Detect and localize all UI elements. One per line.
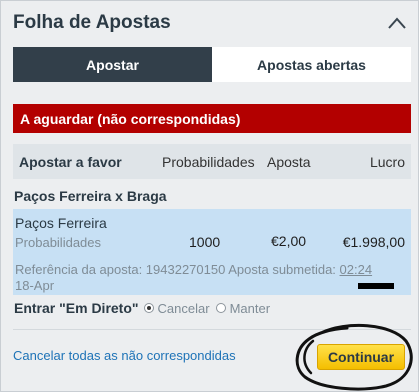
bet-slip-tabs: Apostar Apostas abertas [13, 47, 411, 82]
bet-submitted-date: 18-Apr [15, 278, 55, 293]
tab-open-bets[interactable]: Apostas abertas [212, 47, 411, 82]
chevron-up-icon[interactable] [387, 16, 407, 30]
cancel-all-unmatched-link[interactable]: Cancelar todas as não correspondidas [13, 348, 236, 363]
bet-odds-value: 1000 [189, 234, 221, 250]
bet-submitted-time: 02:24 [339, 262, 373, 277]
bet-slip-title: Folha de Apostas [13, 12, 171, 33]
unmatched-status-banner: A aguardar (não correspondidas) [13, 104, 411, 133]
continue-button[interactable]: Continuar [317, 344, 405, 370]
column-odds: Probabilidades [162, 154, 255, 170]
radio-keep-label[interactable]: Manter [230, 301, 270, 316]
redaction-bar [358, 283, 394, 289]
column-profit: Lucro [369, 154, 405, 170]
radio-keep[interactable] [215, 303, 226, 313]
column-stake: Aposta [267, 154, 311, 170]
bet-row: Paços Ferreira Probabilidades 1000 €2,00… [13, 209, 411, 295]
bet-stake-value: €2,00 [271, 233, 307, 249]
tab-place-bet[interactable]: Apostar [13, 47, 212, 82]
inplay-label: Entrar "Em Direto" [14, 300, 139, 316]
radio-cancel-label[interactable]: Cancelar [158, 301, 210, 316]
bet-slip-header: Folha de Apostas [13, 10, 409, 42]
footer-divider [13, 329, 411, 330]
bet-reference: Referência da aposta: 19432270150 Aposta… [15, 262, 409, 294]
bet-selection: Paços Ferreira [15, 215, 107, 231]
bet-slip-panel: Folha de Apostas Apostar Apostas abertas… [0, 0, 419, 392]
bet-odds-label: Probabilidades [15, 235, 102, 250]
column-header-row: Apostar a favor Probabilidades Aposta Lu… [13, 144, 411, 179]
match-title: Paços Ferreira x Braga [14, 188, 167, 204]
bet-profit-value: €1.998,00 [342, 234, 405, 250]
radio-cancel[interactable] [143, 303, 154, 313]
inplay-option-row: Entrar "Em Direto" Cancelar Manter [14, 299, 276, 317]
bet-reference-text: Referência da aposta: 19432270150 Aposta… [15, 262, 336, 277]
column-back: Apostar a favor [19, 154, 122, 170]
